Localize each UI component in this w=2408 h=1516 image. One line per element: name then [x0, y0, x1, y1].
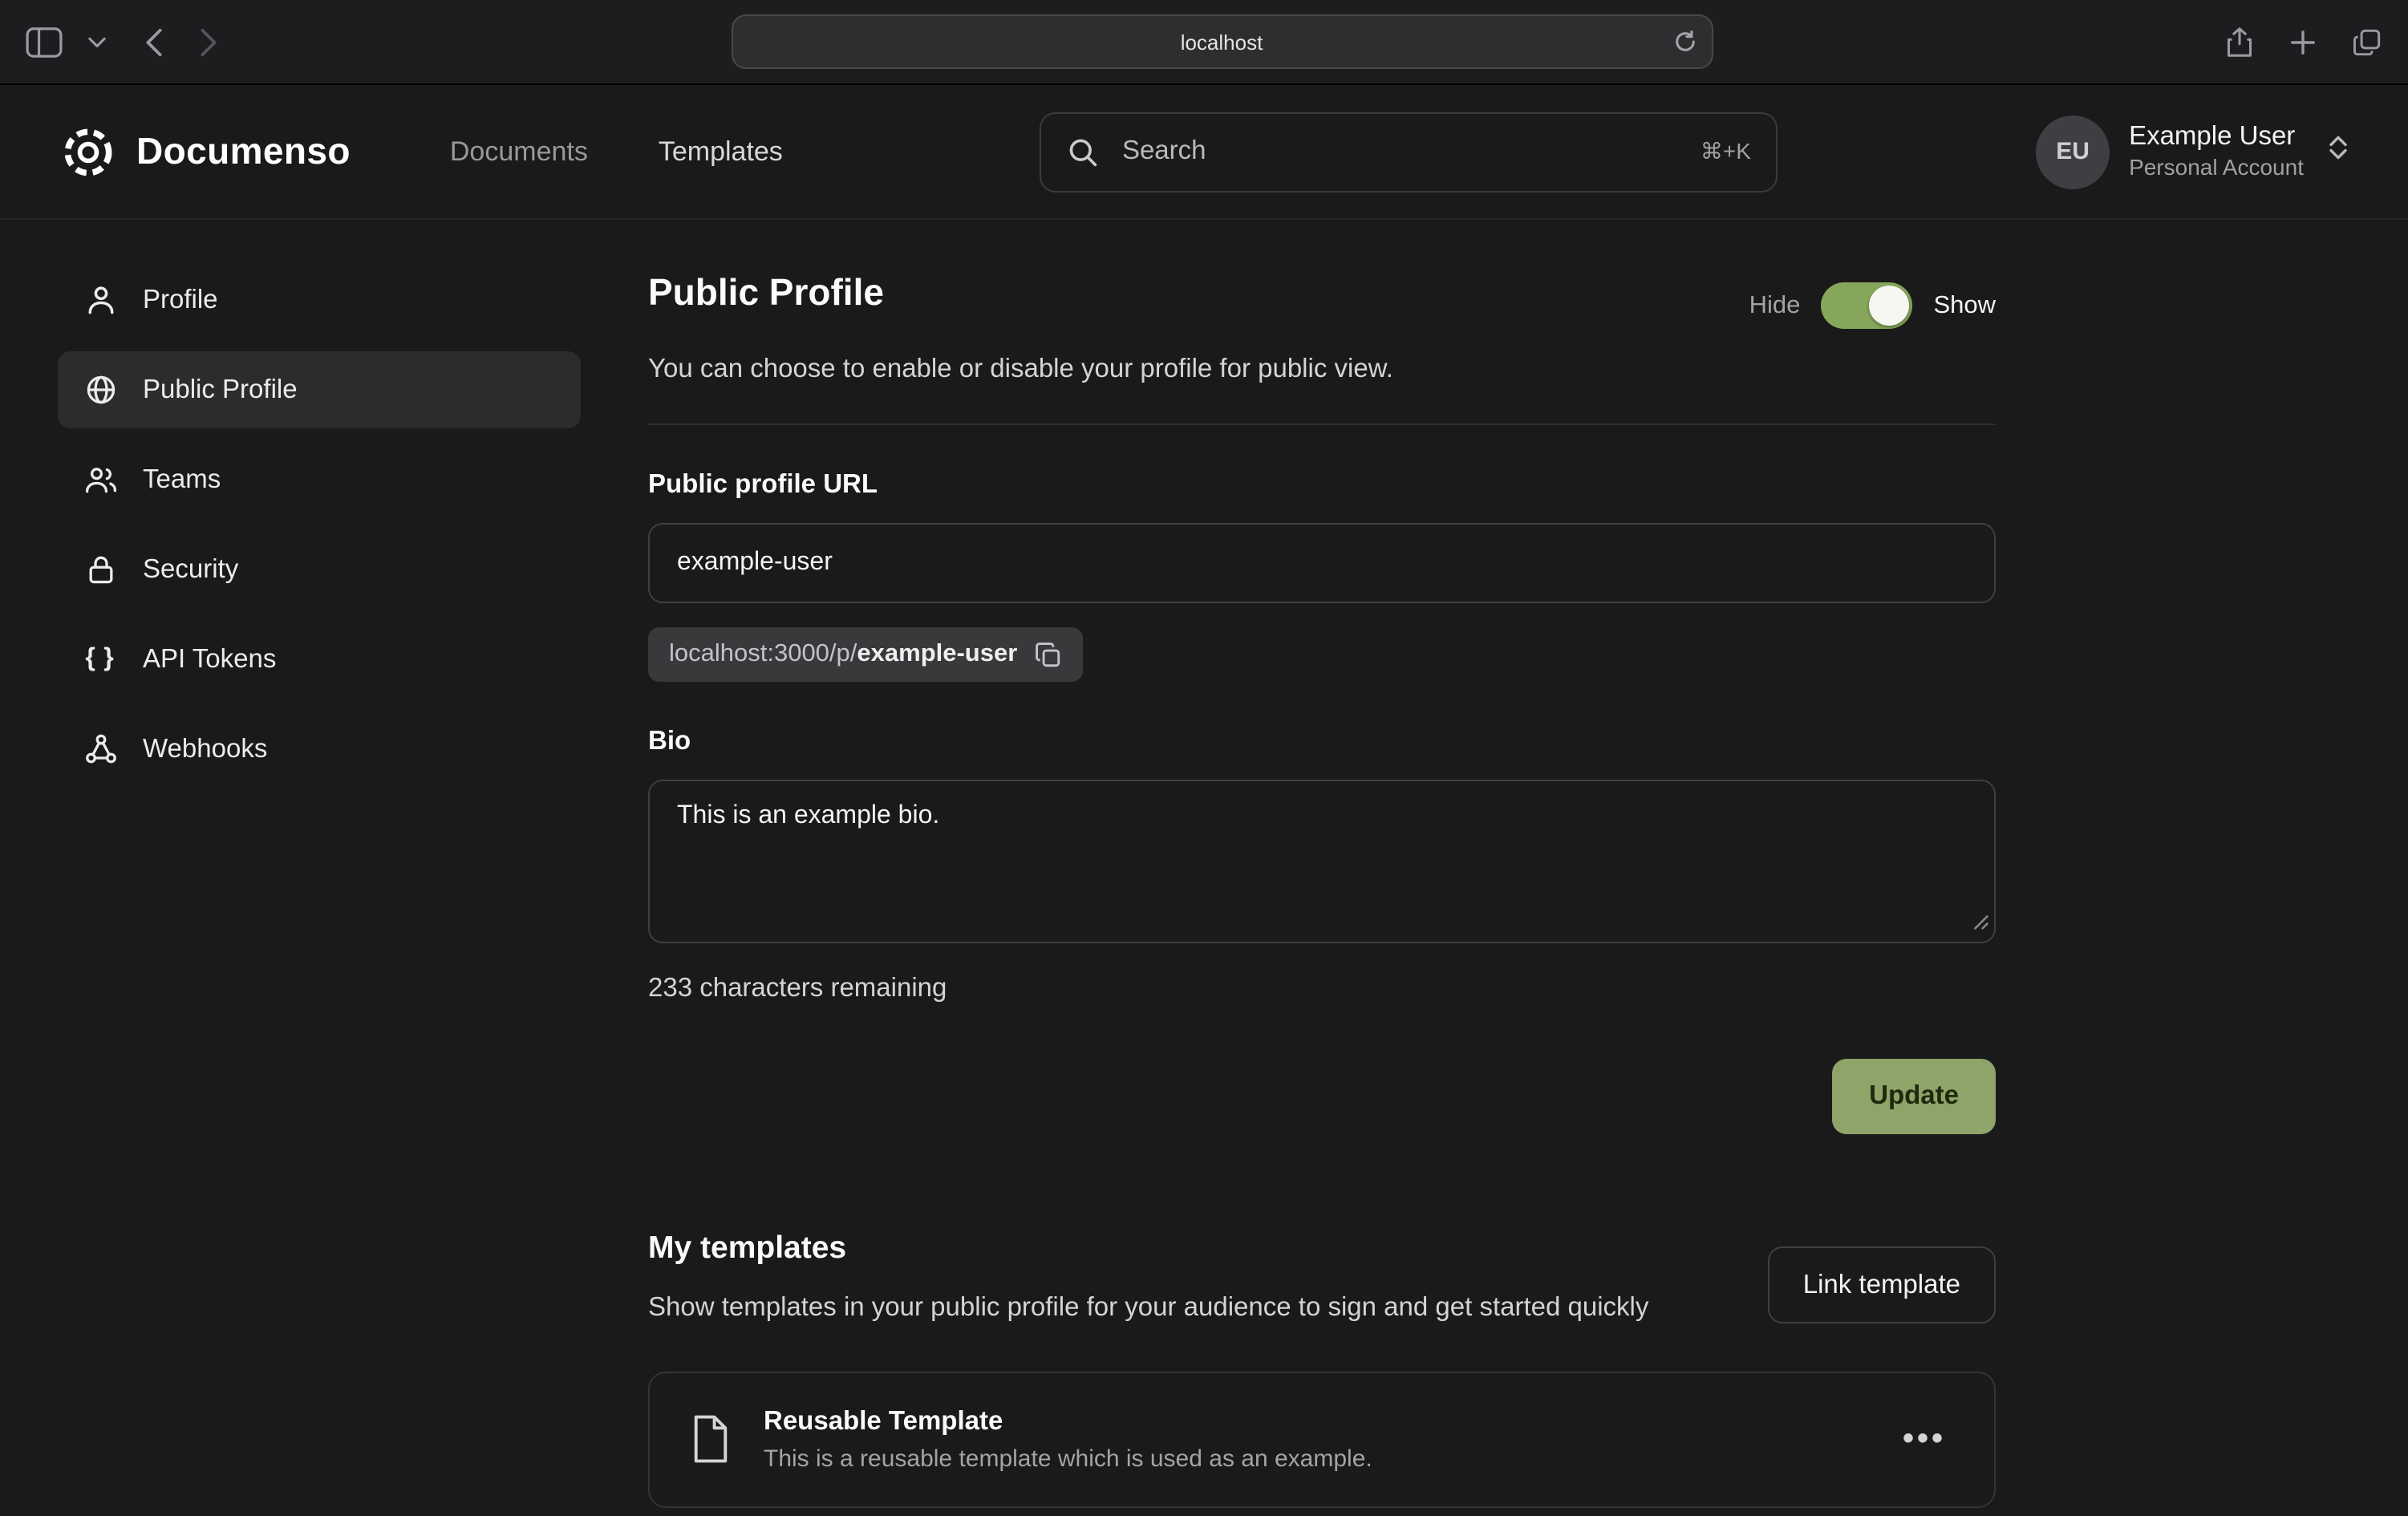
- show-label: Show: [1933, 291, 1996, 320]
- brand[interactable]: Documenso: [58, 121, 351, 182]
- sidebar-item-api-tokens[interactable]: { } API Tokens: [58, 621, 581, 698]
- page-subtitle: You can choose to enable or disable your…: [648, 355, 1996, 385]
- template-card[interactable]: Reusable Template This is a reusable tem…: [648, 1371, 1996, 1507]
- braces-icon: { }: [82, 645, 119, 674]
- brand-name: Documenso: [136, 130, 351, 173]
- public-profile-url-input[interactable]: [648, 523, 1996, 603]
- templates-title: My templates: [648, 1230, 1648, 1267]
- update-button[interactable]: Update: [1832, 1059, 1996, 1134]
- profile-link-pill[interactable]: localhost:3000/p/example-user: [648, 627, 1083, 682]
- bio-textarea[interactable]: This is an example bio.: [648, 780, 1996, 943]
- globe-icon: [82, 372, 119, 407]
- sidebar-item-label: Teams: [143, 464, 221, 495]
- settings-sidebar: Profile Public Profile Teams: [58, 261, 581, 1507]
- search-icon: [1068, 136, 1100, 168]
- hide-label: Hide: [1749, 291, 1801, 320]
- user-menu[interactable]: EU Example User Personal Account: [2036, 115, 2350, 188]
- browser-back-icon[interactable]: [144, 26, 164, 57]
- browser-forward-icon[interactable]: [199, 26, 218, 57]
- link-template-button[interactable]: Link template: [1768, 1246, 1996, 1323]
- sidebar-item-profile[interactable]: Profile: [58, 261, 581, 338]
- chevron-up-down-icon: [2326, 133, 2350, 170]
- toggle-knob: [1869, 286, 1909, 326]
- nav-templates[interactable]: Templates: [659, 136, 783, 168]
- browser-sidebar-chevron-icon[interactable]: [88, 35, 106, 48]
- browser-sidebar-icon[interactable]: [26, 26, 63, 57]
- top-nav: Documents Templates: [450, 136, 783, 168]
- browser-chrome: localhost: [0, 0, 2408, 85]
- lock-icon: [82, 552, 119, 587]
- sidebar-item-label: API Tokens: [143, 644, 276, 675]
- bio-field-label: Bio: [648, 727, 1996, 757]
- copy-icon[interactable]: [1035, 641, 1062, 668]
- browser-share-icon[interactable]: [2225, 25, 2254, 59]
- sidebar-item-label: Profile: [143, 285, 218, 315]
- sidebar-item-teams[interactable]: Teams: [58, 441, 581, 518]
- avatar: EU: [2036, 115, 2110, 188]
- profile-link-username: example-user: [857, 640, 1017, 667]
- characters-remaining: 233 characters remaining: [648, 974, 1996, 1004]
- browser-reload-icon[interactable]: [1672, 29, 1697, 59]
- sidebar-item-label: Webhooks: [143, 734, 267, 764]
- template-menu-icon[interactable]: •••: [1893, 1413, 1956, 1465]
- users-icon: [82, 462, 119, 497]
- template-description: This is a reusable template which is use…: [764, 1445, 1372, 1472]
- url-field-label: Public profile URL: [648, 470, 1996, 501]
- document-icon: [688, 1413, 733, 1465]
- public-profile-settings: Public Profile Hide Show You can choose …: [648, 261, 1996, 1507]
- sidebar-item-webhooks[interactable]: Webhooks: [58, 711, 581, 788]
- settings-content: Profile Public Profile Teams: [0, 220, 2408, 1507]
- search-input[interactable]: [1119, 135, 1681, 168]
- sidebar-item-security[interactable]: Security: [58, 531, 581, 608]
- browser-tab-overview-icon[interactable]: [2352, 26, 2382, 57]
- global-search[interactable]: ⌘+K: [1040, 111, 1778, 192]
- search-shortcut: ⌘+K: [1701, 138, 1751, 165]
- app-window: localhost: [0, 0, 2408, 1516]
- sidebar-item-label: Public Profile: [143, 375, 298, 405]
- sidebar-item-public-profile[interactable]: Public Profile: [58, 351, 581, 428]
- divider: [648, 424, 1996, 425]
- sidebar-item-label: Security: [143, 554, 238, 585]
- profile-link-prefix: localhost:3000/p/: [669, 640, 857, 667]
- nav-documents[interactable]: Documents: [450, 136, 588, 168]
- documenso-logo-icon: [58, 121, 119, 182]
- browser-new-tab-icon[interactable]: [2289, 28, 2317, 55]
- page-title: Public Profile: [648, 271, 884, 314]
- app-header: Documenso Documents Templates ⌘+K EU Exa…: [0, 85, 2408, 220]
- templates-description: Show templates in your public profile fo…: [648, 1288, 1648, 1329]
- browser-address-bar[interactable]: localhost: [731, 14, 1713, 69]
- profile-visibility-toggle[interactable]: [1821, 282, 1912, 329]
- my-templates-section: My templates Show templates in your publ…: [648, 1230, 1996, 1507]
- user-name: Example User: [2129, 121, 2304, 154]
- user-account-type: Personal Account: [2129, 154, 2304, 182]
- template-name: Reusable Template: [764, 1406, 1372, 1437]
- resize-handle-icon[interactable]: [1972, 910, 1989, 938]
- browser-url-text: localhost: [1181, 30, 1263, 54]
- user-icon: [82, 282, 119, 318]
- webhook-icon: [82, 732, 119, 767]
